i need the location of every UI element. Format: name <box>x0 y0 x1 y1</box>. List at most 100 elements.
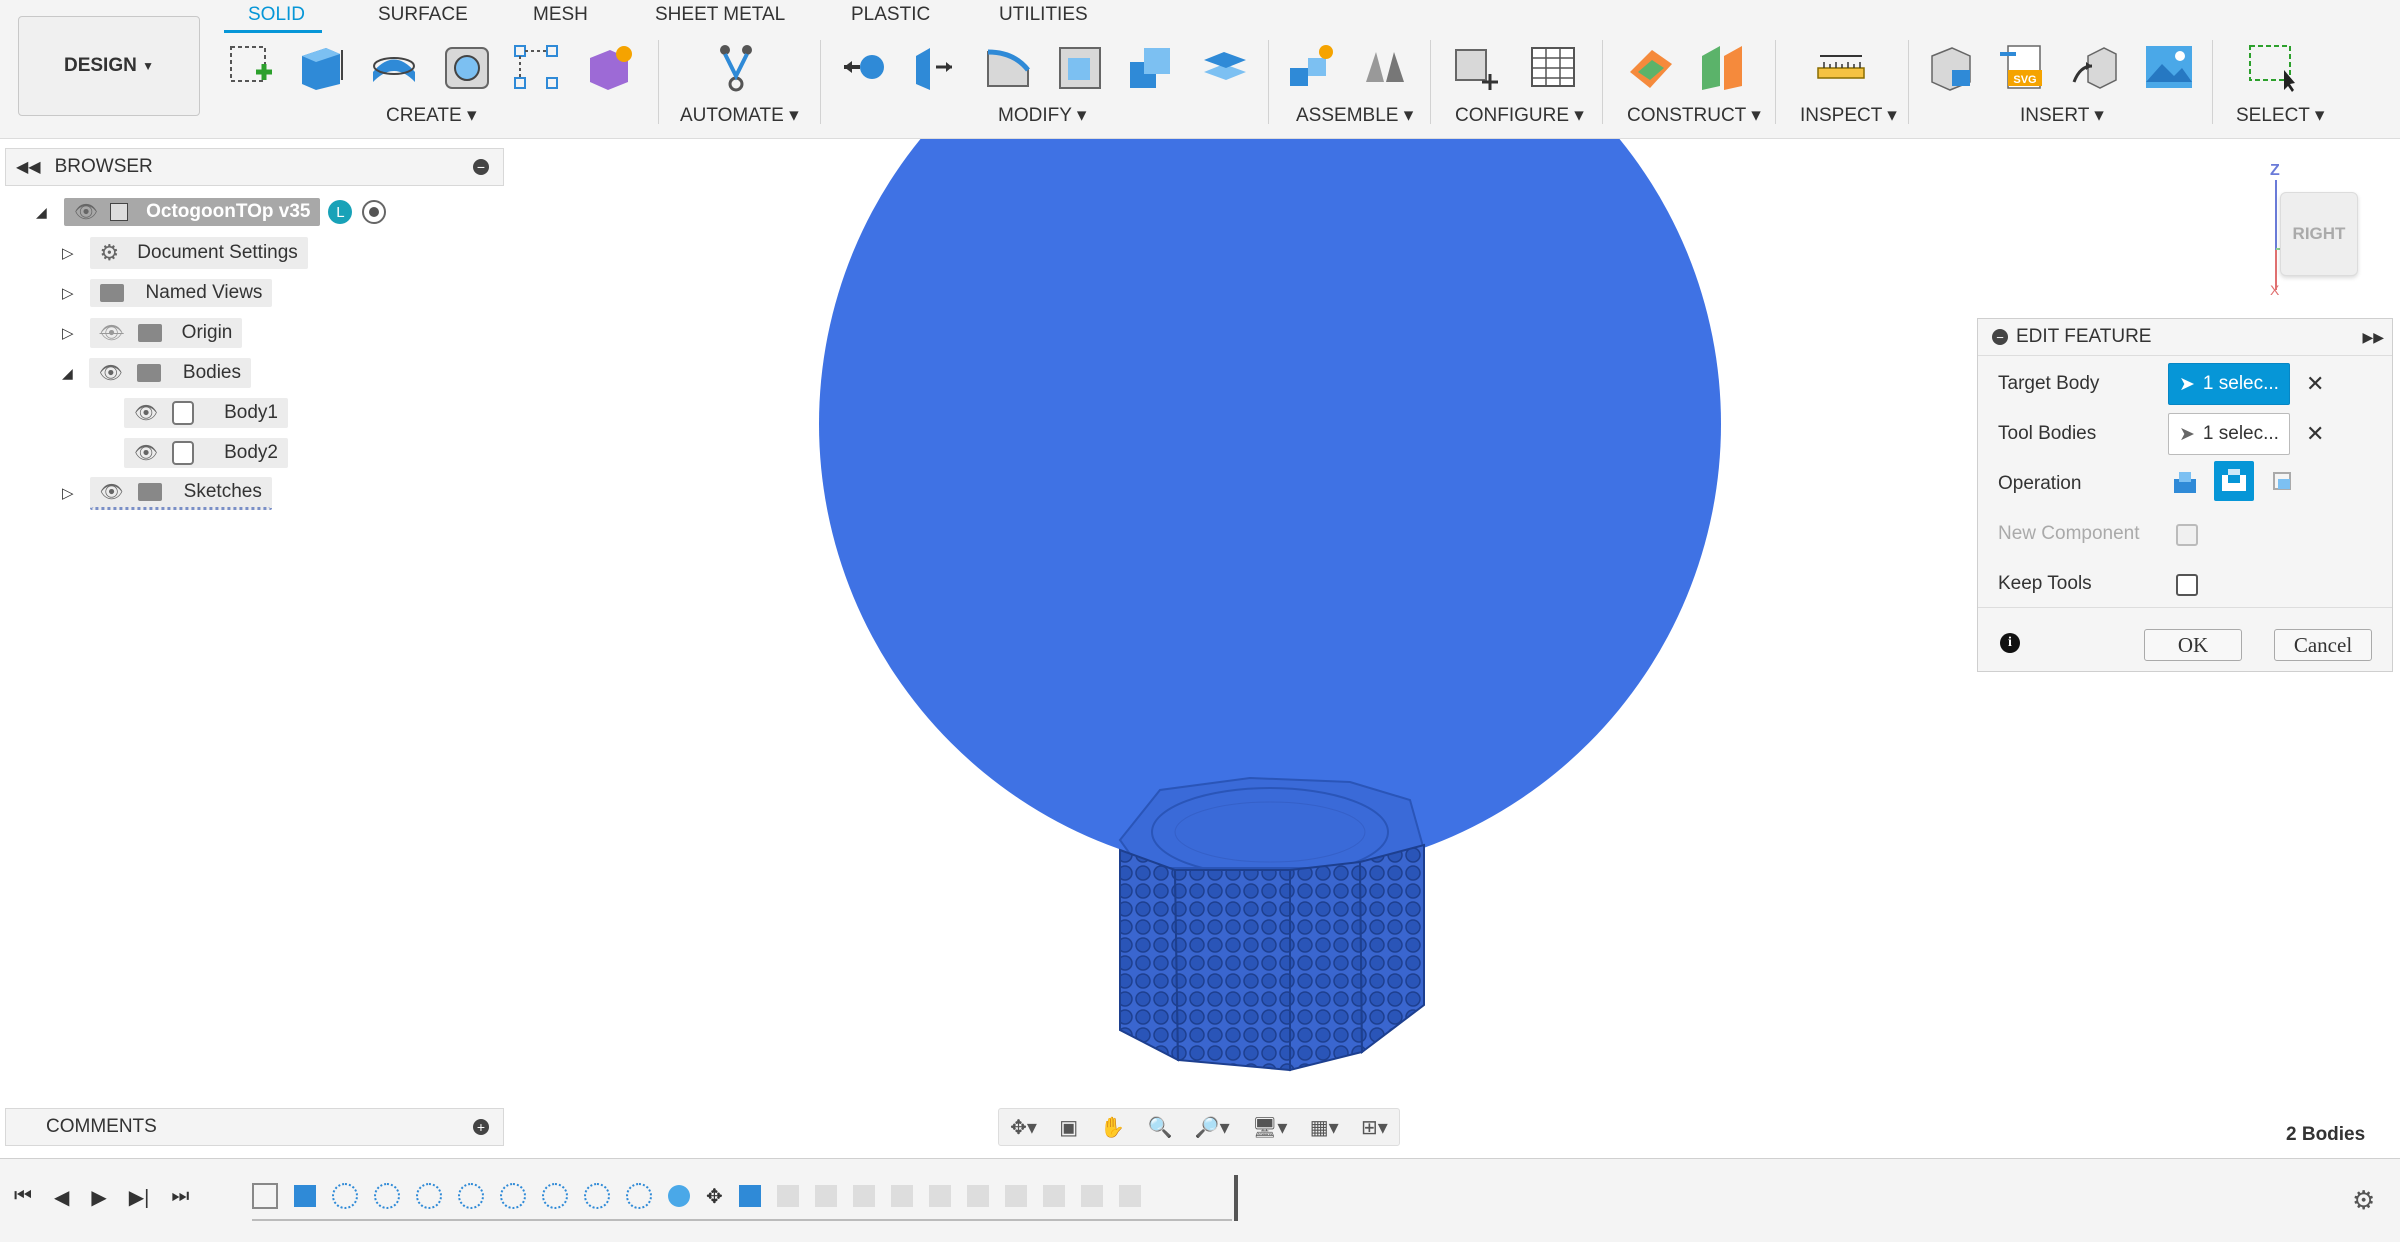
timeline-marker[interactable] <box>1234 1175 1238 1221</box>
timeline-settings-icon[interactable]: ⚙ <box>2352 1185 2375 1216</box>
step-forward-icon[interactable]: ▶| <box>129 1185 150 1210</box>
visibility-eye-icon[interactable]: 👁 <box>74 200 98 224</box>
intersect-operation-icon[interactable] <box>2268 467 2298 497</box>
pattern-feature-icon[interactable] <box>542 1183 568 1209</box>
viewports-icon[interactable]: ⊞▾ <box>1361 1115 1388 1140</box>
inspect-menu[interactable]: INSPECT ▾ <box>1800 104 1897 127</box>
tool-bodies-selector[interactable]: ➤ 1 selec... <box>2168 413 2290 455</box>
pattern-feature-icon[interactable] <box>458 1183 484 1209</box>
tab-sheet-metal[interactable]: SHEET METAL <box>655 4 785 26</box>
zoom-icon[interactable]: 🔍 <box>1148 1115 1173 1140</box>
pattern-feature-icon[interactable] <box>500 1183 526 1209</box>
keep-tools-checkbox[interactable] <box>2176 574 2198 596</box>
combine-icon[interactable] <box>1126 42 1176 92</box>
replace-face-icon[interactable] <box>1200 42 1250 92</box>
pattern-feature-icon[interactable] <box>374 1183 400 1209</box>
suppressed-feature-icon[interactable] <box>852 1185 875 1207</box>
fit-icon[interactable]: 🔎▾ <box>1195 1115 1230 1140</box>
tree-sketches[interactable]: ▷ 👁 Sketches <box>62 476 272 510</box>
window-select-icon[interactable] <box>2246 42 2296 92</box>
tab-surface[interactable]: SURFACE <box>378 4 468 26</box>
look-at-icon[interactable]: ▣ <box>1059 1115 1078 1140</box>
suppressed-feature-icon[interactable] <box>1042 1185 1065 1207</box>
construct-menu[interactable]: CONSTRUCT ▾ <box>1627 104 1761 127</box>
modify-menu[interactable]: MODIFY ▾ <box>998 104 1086 127</box>
assemble-menu[interactable]: ASSEMBLE ▾ <box>1296 104 1413 127</box>
tree-body1[interactable]: 👁 Body1 <box>124 397 288 429</box>
suppressed-feature-icon[interactable] <box>1118 1185 1141 1207</box>
suppressed-feature-icon[interactable] <box>814 1185 837 1207</box>
collapsed-triangle-icon[interactable]: ▷ <box>62 484 74 502</box>
extrude-feature-icon[interactable] <box>294 1185 316 1207</box>
plane-at-angle-icon[interactable] <box>1698 42 1748 92</box>
hole-icon[interactable] <box>442 42 492 92</box>
create-menu[interactable]: CREATE ▾ <box>386 104 477 127</box>
pattern-feature-icon[interactable] <box>584 1183 610 1209</box>
clear-tool-icon[interactable]: ✕ <box>2306 421 2324 447</box>
suppressed-feature-icon[interactable] <box>966 1185 989 1207</box>
ok-button[interactable]: OK <box>2144 629 2242 661</box>
visibility-eye-icon[interactable]: 👁 <box>100 480 124 504</box>
suppressed-feature-icon[interactable] <box>1004 1185 1027 1207</box>
pan-icon[interactable]: ✋ <box>1100 1115 1125 1140</box>
move-feature-icon[interactable]: ✥ <box>706 1184 723 1209</box>
sphere-feature-icon[interactable] <box>668 1185 690 1207</box>
tree-document-settings[interactable]: ▷ ⚙ Document Settings <box>62 237 308 269</box>
step-back-icon[interactable]: ◀ <box>54 1185 69 1210</box>
expand-dialog-icon[interactable]: ▶▶ <box>2362 329 2384 346</box>
tab-utilities[interactable]: UTILITIES <box>999 4 1088 26</box>
collapse-dialog-icon[interactable]: − <box>1992 329 2008 345</box>
expand-comments-icon[interactable]: + <box>473 1119 489 1135</box>
sketch-feature-icon[interactable] <box>252 1183 278 1209</box>
collapse-browser-icon[interactable]: ◀◀ <box>16 157 41 177</box>
tab-solid[interactable]: SOLID <box>248 4 305 26</box>
combine-feature-icon[interactable] <box>738 1185 761 1207</box>
insert-mesh-icon[interactable] <box>2070 42 2120 92</box>
go-to-start-icon[interactable]: ⏮ <box>14 1185 32 1210</box>
tree-origin[interactable]: ▷ 👁 Origin <box>62 317 243 349</box>
suppressed-feature-icon[interactable] <box>890 1185 913 1207</box>
split-face-icon[interactable] <box>910 42 960 92</box>
configure-menu[interactable]: CONFIGURE ▾ <box>1455 104 1584 127</box>
cancel-button[interactable]: Cancel <box>2274 629 2372 661</box>
target-body-selector[interactable]: ➤ 1 selec... <box>2168 363 2290 405</box>
root-component[interactable]: 👁 OctogoonTOp v35 <box>64 198 321 226</box>
configuration-table-icon[interactable] <box>1528 42 1578 92</box>
shell-icon[interactable] <box>1056 42 1106 92</box>
tree-body2[interactable]: 👁 Body2 <box>124 437 288 469</box>
cut-operation-button[interactable] <box>2214 461 2254 501</box>
offset-plane-icon[interactable] <box>1626 42 1676 92</box>
insert-canvas-icon[interactable] <box>2144 42 2194 92</box>
suppressed-feature-icon[interactable] <box>1080 1185 1103 1207</box>
info-icon[interactable]: i <box>2000 633 2020 653</box>
suppressed-feature-icon[interactable] <box>776 1185 799 1207</box>
collapsed-triangle-icon[interactable]: ▷ <box>62 244 74 262</box>
pattern-icon[interactable] <box>511 42 561 92</box>
insert-derive-icon[interactable] <box>1926 42 1976 92</box>
measure-icon[interactable] <box>1816 42 1866 92</box>
viewcube[interactable]: Z Y X RIGHT <box>2256 156 2376 306</box>
viewcube-face[interactable]: RIGHT <box>2280 192 2358 276</box>
go-to-end-icon[interactable]: ⏭ <box>171 1185 189 1210</box>
configure-icon[interactable] <box>1452 42 1502 92</box>
insert-menu[interactable]: INSERT ▾ <box>2020 104 2104 127</box>
automate-menu[interactable]: AUTOMATE ▾ <box>680 104 799 127</box>
minimize-browser-icon[interactable]: − <box>473 159 489 175</box>
expanded-triangle-icon[interactable]: ◢ <box>36 204 54 221</box>
press-pull-icon[interactable] <box>840 42 890 92</box>
new-component-checkbox[interactable] <box>2176 524 2198 546</box>
pattern-feature-icon[interactable] <box>416 1183 442 1209</box>
automate-icon[interactable] <box>710 42 762 92</box>
tree-bodies[interactable]: ◢ 👁 Bodies <box>62 357 252 389</box>
suppressed-feature-icon[interactable] <box>928 1185 951 1207</box>
new-component-icon[interactable] <box>1286 42 1336 92</box>
visibility-eye-icon[interactable]: 👁 <box>134 441 158 465</box>
collapsed-triangle-icon[interactable]: ▷ <box>62 284 74 302</box>
pattern-feature-icon[interactable] <box>332 1183 358 1209</box>
collapsed-triangle-icon[interactable]: ▷ <box>62 324 74 342</box>
clear-target-icon[interactable]: ✕ <box>2306 371 2324 397</box>
fillet-icon[interactable] <box>984 42 1034 92</box>
insert-svg-icon[interactable]: SVG <box>1998 42 2048 92</box>
joint-icon[interactable] <box>1360 42 1410 92</box>
select-menu[interactable]: SELECT ▾ <box>2236 104 2324 127</box>
